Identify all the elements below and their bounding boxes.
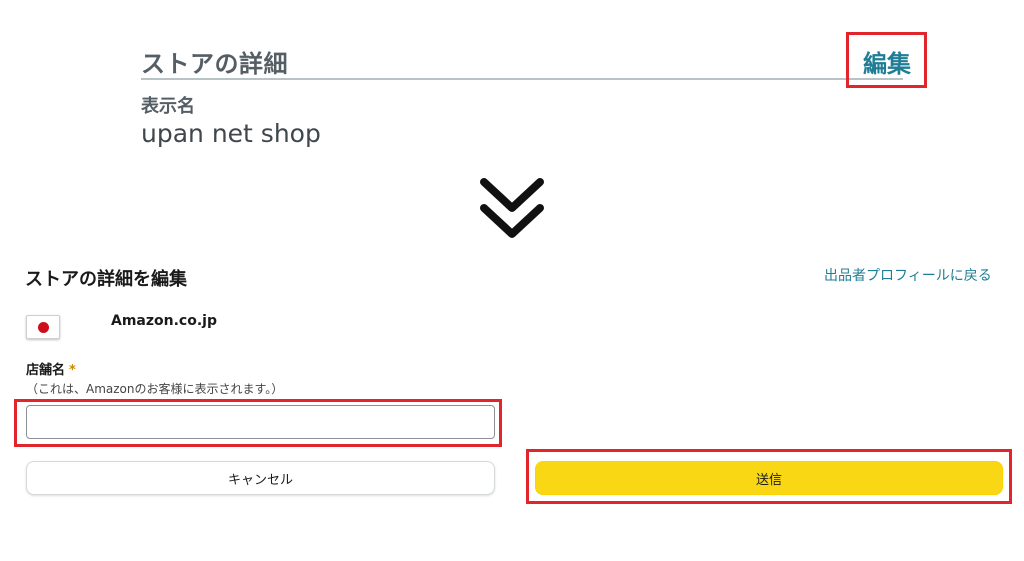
double-chevron-down-icon <box>480 178 544 238</box>
back-to-profile-link[interactable]: 出品者プロフィールに戻る <box>824 265 992 285</box>
store-name-help: （これは、Amazonのお客様に表示されます。） <box>26 382 284 396</box>
edit-link[interactable]: 編集 <box>863 44 911 79</box>
display-name-label: 表示名 <box>141 96 195 117</box>
flag-red-dot <box>38 322 49 333</box>
display-name-value: upan net shop <box>141 119 321 148</box>
store-details-title: ストアの詳細 <box>141 50 288 78</box>
store-name-label-text: 店舗名 <box>26 363 66 378</box>
submit-button[interactable]: 送信 <box>535 461 1003 495</box>
required-mark: * <box>69 363 76 378</box>
japan-flag-icon <box>26 315 60 339</box>
store-name-input[interactable] <box>26 405 495 439</box>
edit-form-title: ストアの詳細を編集 <box>25 269 187 290</box>
marketplace-name: Amazon.co.jp <box>111 313 217 329</box>
store-name-label: 店舗名 * <box>26 359 76 378</box>
cancel-button[interactable]: キャンセル <box>26 461 495 495</box>
store-details-divider <box>141 78 903 80</box>
